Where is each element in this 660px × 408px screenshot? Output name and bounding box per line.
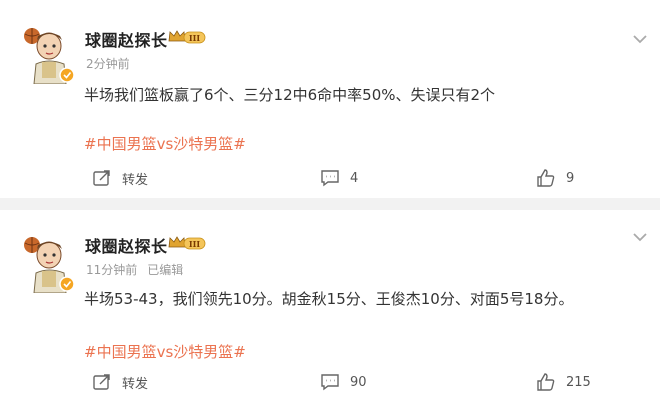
post-card: 球圈赵探长 III 2分钟前 半场我们篮板赢了6个、三分12中6命中率50%、失… (0, 0, 660, 198)
username[interactable]: 球圈赵探长 (85, 233, 168, 257)
post-time[interactable]: 11分钟前 (86, 263, 137, 277)
post-meta: 2分钟前 (86, 55, 130, 72)
vip-crown-badge-icon[interactable]: III (168, 29, 206, 45)
comment-button[interactable]: 4 (320, 166, 358, 190)
post-content: 半场53-43，我们领先10分。胡金秋15分、王俊杰10分、对面5号18分。 (84, 290, 574, 308)
avatar-image (24, 237, 75, 294)
verified-badge-icon (59, 67, 75, 83)
post-time[interactable]: 2分钟前 (86, 57, 130, 71)
comment-button[interactable]: 90 (320, 370, 367, 394)
post-actions: 转发 4 9 (0, 166, 660, 190)
like-count: 215 (566, 374, 591, 390)
avatar[interactable] (22, 233, 75, 294)
repost-button[interactable]: 转发 (92, 166, 148, 190)
hashtag-link[interactable]: #中国男篮vs沙特男篮# (84, 133, 246, 155)
post-card: 球圈赵探长 III 11分钟前 已编辑 半场53-43，我们领先10分。胡金秋15… (0, 210, 660, 408)
post-meta: 11分钟前 已编辑 (86, 261, 183, 278)
repost-icon (93, 170, 110, 186)
like-button[interactable]: 215 (536, 370, 591, 394)
repost-icon (93, 374, 110, 390)
like-button[interactable]: 9 (536, 166, 574, 190)
like-thumb-icon (537, 169, 555, 187)
repost-button[interactable]: 转发 (92, 370, 148, 394)
verified-badge-icon (59, 276, 75, 292)
hashtag-link[interactable]: #中国男篮vs沙特男篮# (84, 341, 246, 363)
chevron-down-icon[interactable] (632, 228, 648, 242)
comment-count: 4 (350, 170, 359, 186)
repost-label: 转发 (122, 172, 149, 188)
avatar[interactable] (22, 24, 75, 85)
like-count: 9 (566, 170, 575, 186)
chevron-down-icon[interactable] (632, 30, 648, 44)
comment-icon (321, 374, 339, 391)
repost-label: 转发 (122, 376, 149, 392)
avatar-image (24, 28, 75, 85)
like-thumb-icon (537, 373, 555, 391)
vip-crown-badge-icon[interactable]: III (168, 235, 206, 251)
username[interactable]: 球圈赵探长 (85, 27, 168, 51)
post-actions: 转发 90 215 (0, 370, 660, 394)
post-content: 半场我们篮板赢了6个、三分12中6命中率50%、失误只有2个 (84, 86, 496, 104)
edited-label[interactable]: 已编辑 (147, 263, 183, 277)
vip-level-text: III (189, 239, 200, 249)
vip-level-text: III (189, 33, 200, 43)
comment-count: 90 (350, 374, 367, 390)
weibo-feed: 球圈赵探长 III 2分钟前 半场我们篮板赢了6个、三分12中6命中率50%、失… (0, 0, 660, 408)
comment-icon (321, 170, 339, 187)
